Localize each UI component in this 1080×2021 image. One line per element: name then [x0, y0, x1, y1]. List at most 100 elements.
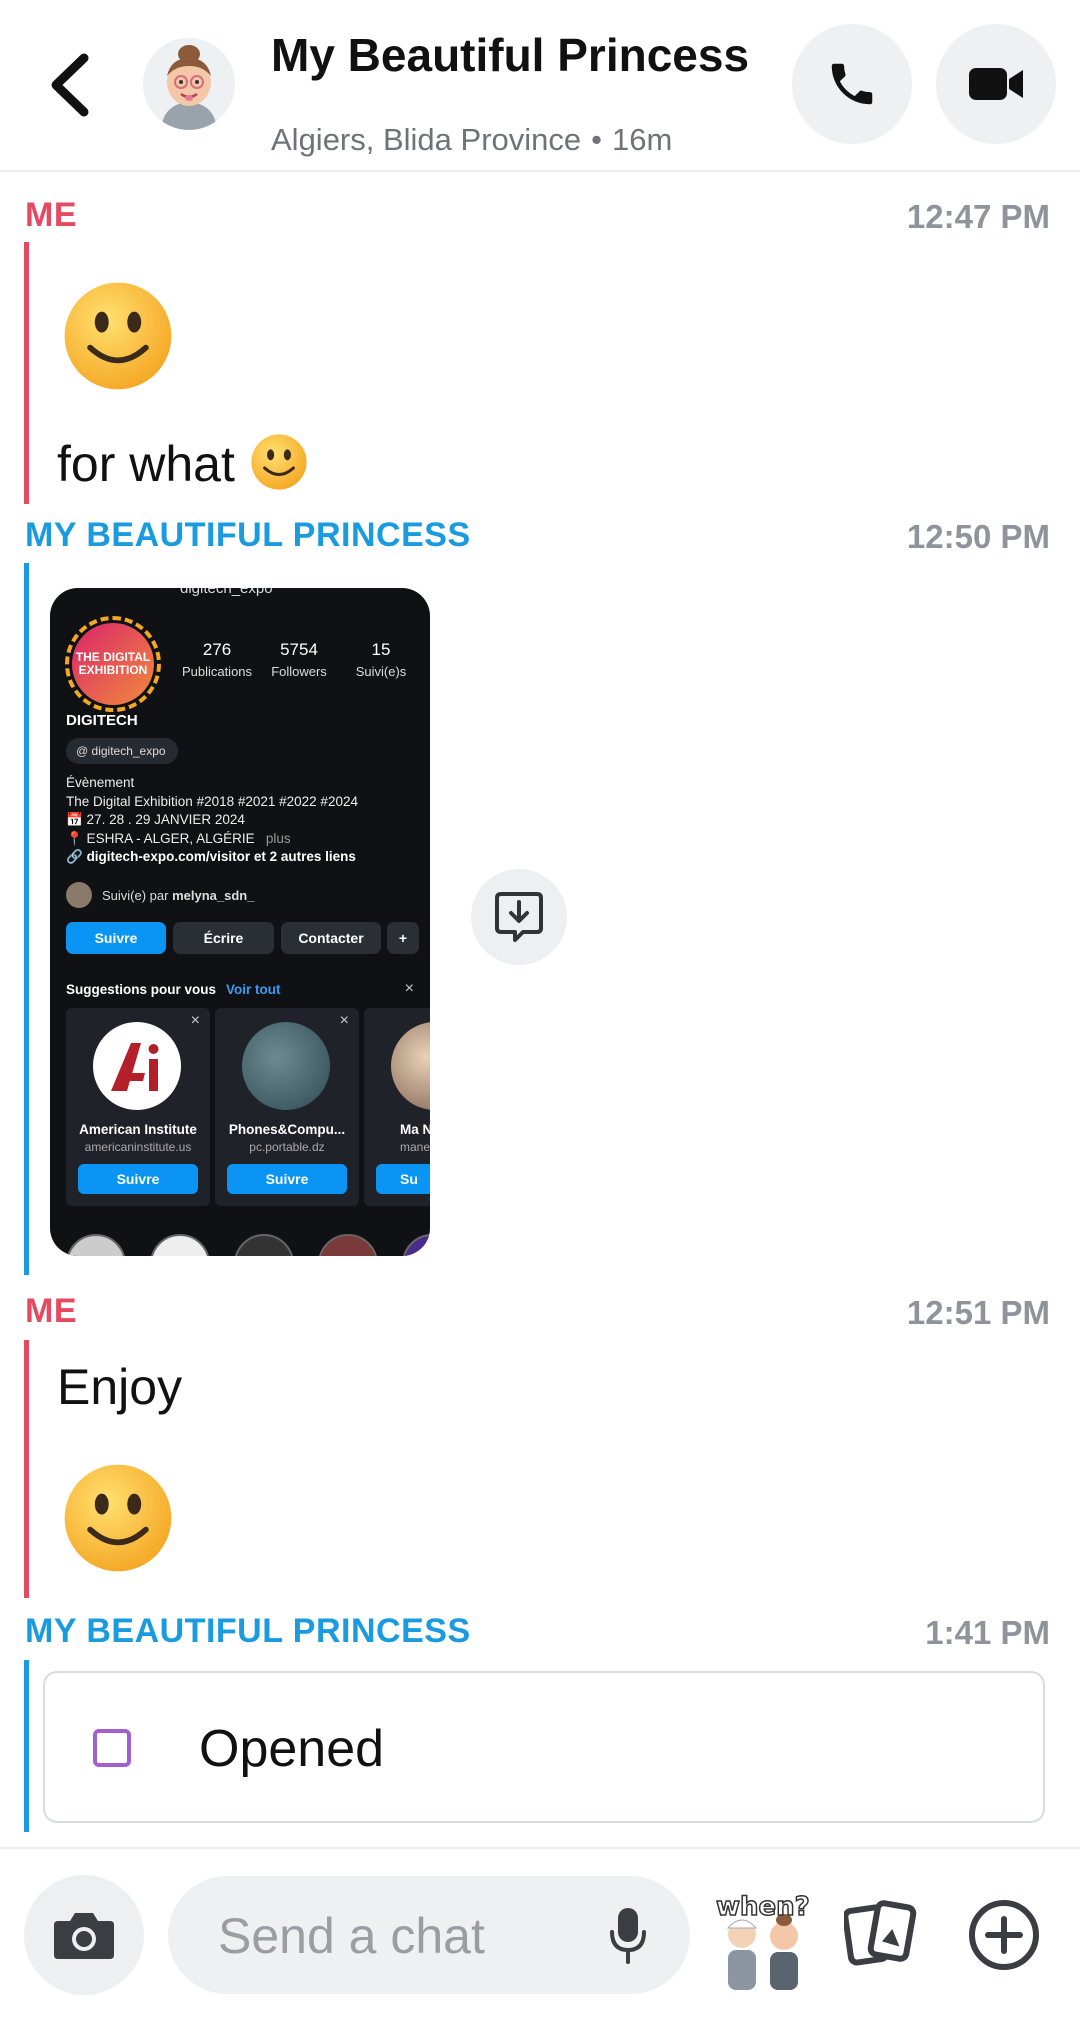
- add-person-icon: +: [387, 922, 419, 954]
- message-time: 1:41 PM: [925, 1614, 1050, 1651]
- chat-title[interactable]: My Beautiful Princess: [271, 28, 749, 82]
- follow-button: Suivre: [66, 922, 166, 954]
- chat-subtitle: Algiers, Blida Province • 16m: [271, 122, 672, 158]
- suggestion-card: Ma N mane Su: [364, 1008, 430, 1206]
- camera-button[interactable]: [24, 1875, 144, 1995]
- stat-followers: 5754 Followers: [262, 640, 336, 679]
- profile-handle: digitech_expo: [180, 588, 273, 597]
- video-camera-icon: [969, 68, 1023, 100]
- memories-cards-button[interactable]: [842, 1899, 920, 1974]
- stat-following: 15 Suivi(e)s: [344, 640, 418, 679]
- close-icon: ×: [190, 1012, 200, 1029]
- suggestions-title: Suggestions pour vous: [66, 982, 217, 997]
- message-text: Enjoy: [57, 1359, 183, 1415]
- suggestions-header: Suggestions pour vous Voir tout: [66, 982, 281, 997]
- bitmoji-sticker-button[interactable]: when?: [712, 1891, 812, 1992]
- opened-snap-square-icon: [93, 1729, 131, 1767]
- followed-by-name: melyna_sdn_: [172, 887, 255, 903]
- smile-emoji-icon: [251, 434, 307, 490]
- chat-input[interactable]: [216, 1900, 580, 1972]
- profile-picture: THE DIGITAL EXHIBITION: [72, 623, 154, 705]
- sender-label-me: ME: [25, 1292, 77, 1330]
- suggestion-handle: americaninstitute.us: [84, 1140, 192, 1154]
- voice-call-button[interactable]: [792, 24, 912, 144]
- separator-dot: •: [591, 122, 602, 157]
- followed-prefix: Suivi(e) par: [102, 887, 169, 903]
- phone-icon: [831, 63, 873, 105]
- stat-value: 276: [202, 640, 232, 659]
- friend-location: Algiers, Blida Province: [271, 122, 582, 157]
- more-options-button[interactable]: [968, 1899, 1040, 1976]
- suggestion-avatar: [93, 1022, 181, 1110]
- message-button: Écrire: [173, 922, 274, 954]
- bio-more: plus: [265, 830, 291, 846]
- suggestion-name: Phones&Compu...: [228, 1122, 346, 1137]
- close-icon: ×: [404, 980, 414, 997]
- story-highlight: [66, 1234, 126, 1256]
- stat-value: 5754: [280, 640, 318, 659]
- profile-name: DIGITECH: [66, 712, 138, 729]
- smile-emoji-icon: [64, 1464, 172, 1572]
- message-bar-me: [24, 1340, 29, 1598]
- suggestion-name: American Institute: [79, 1122, 197, 1137]
- last-seen: 16m: [612, 122, 673, 157]
- suggestion-card: × Phones&Compu... pc.portable.dz Suivre: [215, 1008, 359, 1206]
- opened-status[interactable]: Opened: [43, 1671, 1045, 1823]
- stat-value: 15: [371, 640, 391, 659]
- bio-line: The Digital Exhibition #2018 #2021 #2022…: [66, 793, 358, 809]
- message-time: 12:50 PM: [906, 518, 1050, 555]
- suggestion-card: × American Institute americaninstitute.u…: [66, 1008, 210, 1206]
- sticker-caption: when?: [715, 1891, 810, 1923]
- suggestion-follow-button: Suivre: [78, 1164, 198, 1194]
- chat-input-container[interactable]: [168, 1876, 690, 1994]
- profile-bio: Évènement The Digital Exhibition #2018 #…: [66, 774, 358, 867]
- sender-label-me: ME: [25, 196, 77, 234]
- message-text-content: for what: [57, 436, 235, 493]
- smile-emoji-inline: [249, 432, 309, 504]
- close-icon: ×: [339, 1012, 349, 1029]
- bio-line: Évènement: [66, 775, 135, 790]
- suggestion-follow-button: Su: [376, 1164, 430, 1194]
- suggestion-avatar: [242, 1022, 330, 1110]
- shared-screenshot-image[interactable]: digitech_expo THE DIGITAL EXHIBITION 276…: [50, 588, 430, 1256]
- suggestion-follow-button: Suivre: [227, 1164, 347, 1194]
- video-call-button[interactable]: [936, 24, 1056, 144]
- smile-emoji-large[interactable]: [60, 278, 176, 399]
- suggestion-handle: mane: [400, 1140, 430, 1154]
- microphone-icon: [610, 1908, 646, 1964]
- see-all-link: Voir tout: [226, 982, 281, 997]
- save-download-icon: [495, 892, 543, 942]
- smile-emoji-large[interactable]: [60, 1460, 176, 1581]
- bio-line: 📅 27. 28 . 29 JANVIER 2024: [66, 812, 245, 827]
- message-text: for what: [57, 432, 309, 504]
- friend-bitmoji-avatar[interactable]: [143, 38, 235, 130]
- cards-icon: [842, 1900, 917, 1966]
- save-to-chat-button[interactable]: [471, 869, 567, 965]
- message-bar-me: [24, 242, 29, 504]
- message-bar-friend: [24, 1660, 29, 1832]
- message-time: 12:51 PM: [906, 1294, 1050, 1331]
- message-bar-friend: [24, 563, 29, 1275]
- threads-handle: digitech_expo: [91, 744, 166, 758]
- threads-badge: @ digitech_expo: [66, 738, 178, 764]
- chat-header: My Beautiful Princess Algiers, Blida Pro…: [0, 0, 1080, 172]
- chevron-left-icon: [51, 53, 89, 117]
- bitmoji-icon: [143, 38, 235, 130]
- suggestion-name: Ma N: [400, 1122, 430, 1137]
- sender-label-friend: MY BEAUTIFUL PRINCESS: [25, 516, 471, 554]
- microphone-button[interactable]: [608, 1906, 648, 1969]
- stat-label: Publications: [181, 664, 253, 679]
- opened-status-label: Opened: [199, 1720, 385, 1778]
- back-button[interactable]: [44, 50, 100, 120]
- stat-label: Followers: [271, 664, 327, 679]
- story-highlight: [318, 1234, 378, 1256]
- story-highlight: [402, 1234, 430, 1256]
- chat-composer: when?: [0, 1847, 1080, 2021]
- contact-button: Contacter: [281, 922, 381, 954]
- bio-line: 📍 ESHRA - ALGER, ALGÉRIE: [66, 830, 255, 846]
- suggestion-avatar: [391, 1022, 430, 1110]
- threads-icon: @: [76, 744, 92, 758]
- follower-avatar: [66, 882, 92, 908]
- message-time: 12:47 PM: [906, 198, 1050, 235]
- stat-label: Suivi(e)s: [355, 664, 407, 679]
